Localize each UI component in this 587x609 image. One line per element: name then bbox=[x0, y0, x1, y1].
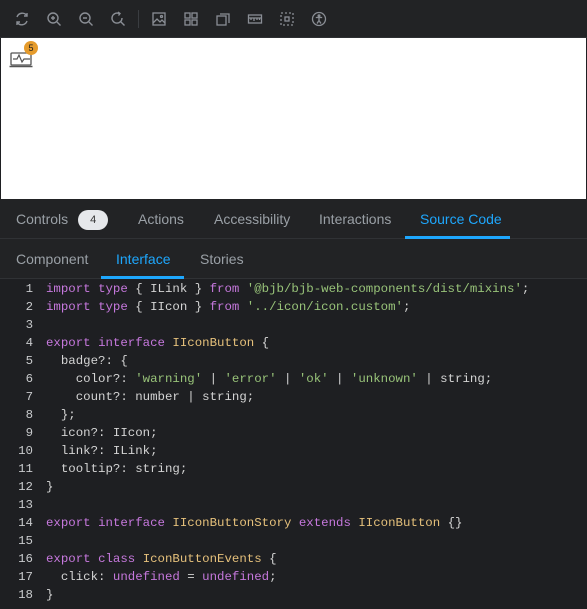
line-number: 2 bbox=[25, 300, 33, 314]
line-number: 16 bbox=[18, 552, 33, 566]
line-number: 6 bbox=[25, 372, 33, 386]
code-text: icon?: IIcon; bbox=[46, 426, 158, 440]
background-icon[interactable] bbox=[151, 11, 167, 27]
icon-button[interactable]: 5 bbox=[9, 41, 38, 69]
addon-panel-tabs: Controls 4 Actions Accessibility Interact… bbox=[0, 199, 587, 239]
code-text: badge?: { bbox=[46, 354, 128, 368]
line-number: 13 bbox=[18, 498, 33, 512]
code-text: export interface IIconButtonStory extend… bbox=[46, 516, 463, 530]
line-number: 10 bbox=[18, 444, 33, 458]
tab-controls-label: Controls bbox=[16, 211, 69, 227]
preview-toolbar bbox=[0, 0, 587, 38]
code-text: }; bbox=[46, 408, 76, 422]
tab-interface[interactable]: Interface bbox=[116, 239, 170, 279]
line-number: 7 bbox=[25, 390, 33, 404]
tab-interactions[interactable]: Interactions bbox=[319, 199, 391, 239]
zoom-out-icon[interactable] bbox=[78, 11, 94, 27]
zoom-in-icon[interactable] bbox=[46, 11, 62, 27]
code-text: link?: ILink; bbox=[46, 444, 158, 458]
accessibility-icon[interactable] bbox=[311, 11, 327, 27]
code-text: color?: 'warning' | 'error' | 'ok' | 'un… bbox=[46, 372, 493, 386]
line-number: 8 bbox=[25, 408, 33, 422]
outline-icon[interactable] bbox=[279, 11, 295, 27]
reload-icon[interactable] bbox=[14, 11, 30, 27]
code-text: import type { IIcon } from '../icon/icon… bbox=[46, 300, 411, 314]
line-number: 3 bbox=[25, 318, 33, 332]
tab-controls[interactable]: Controls 4 bbox=[16, 199, 109, 239]
source-code-block: 1 import type { ILink } from '@bjb/bjb-we… bbox=[0, 279, 587, 609]
tab-component[interactable]: Component bbox=[16, 239, 88, 279]
code-text: export interface IIconButton { bbox=[46, 336, 270, 350]
line-number: 18 bbox=[18, 588, 33, 602]
code-text: import type { ILink } from '@bjb/bjb-web… bbox=[46, 282, 530, 296]
line-number: 17 bbox=[18, 570, 33, 584]
code-tabs: Component Interface Stories bbox=[0, 239, 587, 279]
ruler-icon[interactable] bbox=[247, 11, 263, 27]
tab-source-code[interactable]: Source Code bbox=[420, 199, 502, 239]
line-number: 15 bbox=[18, 534, 33, 548]
code-text: } bbox=[46, 588, 54, 602]
line-number: 9 bbox=[25, 426, 33, 440]
line-number: 12 bbox=[18, 480, 33, 494]
tab-stories[interactable]: Stories bbox=[200, 239, 244, 279]
tab-actions[interactable]: Actions bbox=[138, 199, 184, 239]
line-number: 14 bbox=[18, 516, 33, 530]
line-number: 5 bbox=[25, 354, 33, 368]
code-text: export class IconButtonEvents { bbox=[46, 552, 277, 566]
code-text: count?: number | string; bbox=[46, 390, 255, 404]
line-number: 1 bbox=[25, 282, 33, 296]
controls-count-badge: 4 bbox=[78, 210, 109, 230]
toolbar-divider bbox=[138, 10, 139, 28]
preview-canvas: 5 bbox=[1, 38, 586, 199]
tab-accessibility[interactable]: Accessibility bbox=[214, 199, 290, 239]
line-number: 4 bbox=[25, 336, 33, 350]
code-text: click: undefined = undefined; bbox=[46, 570, 277, 584]
line-number: 11 bbox=[18, 462, 33, 476]
status-badge: 5 bbox=[24, 41, 38, 55]
code-text: } bbox=[46, 480, 54, 494]
viewport-icon[interactable] bbox=[215, 11, 231, 27]
reset-zoom-icon[interactable] bbox=[110, 11, 126, 27]
code-text: tooltip?: string; bbox=[46, 462, 188, 476]
grid-icon[interactable] bbox=[183, 11, 199, 27]
